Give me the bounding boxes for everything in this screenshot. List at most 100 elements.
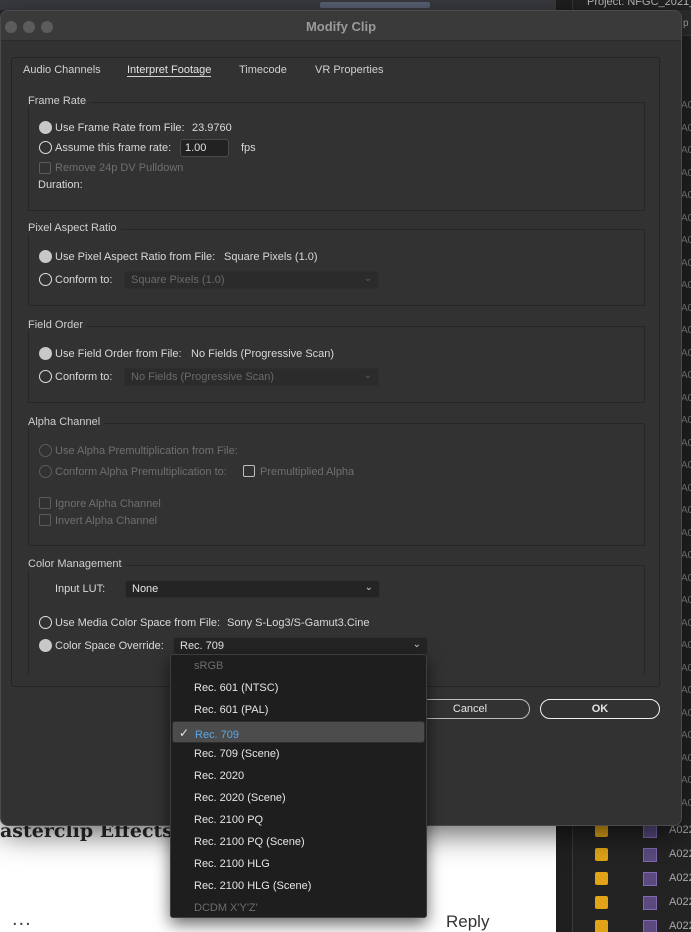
project-side-label: A02 xyxy=(681,482,691,494)
color-space-menu: sRGB Rec. 601 (NTSC) Rec. 601 (PAL) ✓ Rec… xyxy=(170,654,427,918)
project-side-label: A02 xyxy=(681,550,691,561)
project-row[interactable]: A022 xyxy=(585,892,691,916)
project-side-label: A02 xyxy=(681,257,691,269)
invert-alpha-checkbox[interactable] xyxy=(39,514,51,526)
menu-item-label: Rec. 2020 xyxy=(194,770,245,782)
assume-frame-rate-radio[interactable] xyxy=(39,141,52,154)
conform-pixel-aspect-radio[interactable] xyxy=(39,273,52,286)
use-alpha-premult-label: Use Alpha Premultiplication from File: xyxy=(55,445,238,457)
project-row[interactable]: A022 xyxy=(585,844,691,868)
project-row-name: A022 xyxy=(669,896,691,908)
ignore-alpha-label: Ignore Alpha Channel xyxy=(55,498,161,510)
tab-audio-channels[interactable]: Audio Channels xyxy=(23,64,101,76)
ok-button[interactable]: OK xyxy=(540,699,660,719)
menu-item-rec601-pal[interactable]: Rec. 601 (PAL) xyxy=(172,699,425,721)
project-row[interactable]: A022 xyxy=(585,916,691,932)
menu-item-label: Rec. 2100 PQ (Scene) xyxy=(194,836,305,848)
project-side-label: A02 xyxy=(681,730,691,741)
menu-item-rec709[interactable]: ✓ Rec. 709 xyxy=(172,721,425,743)
project-side-label: A02 xyxy=(681,572,691,584)
menu-item-label: Rec. 601 (PAL) xyxy=(194,704,269,716)
menu-item-rec2100-hlg[interactable]: Rec. 2100 HLG xyxy=(172,853,425,875)
conform-field-order-radio[interactable] xyxy=(39,370,52,383)
project-side-label: A02 xyxy=(681,460,691,471)
fps-label: fps xyxy=(241,142,256,154)
menu-item-rec709-scene[interactable]: Rec. 709 (Scene) xyxy=(172,743,425,765)
menu-item-rec2100-pq-scene[interactable]: Rec. 2100 PQ (Scene) xyxy=(172,831,425,853)
project-side-label: A02 xyxy=(681,775,691,786)
conform-pixel-aspect-value: Square Pixels (1.0) xyxy=(131,274,225,286)
cancel-button[interactable]: Cancel xyxy=(410,699,530,719)
label-color-swatch xyxy=(595,920,608,932)
project-side-label: A02 xyxy=(681,640,691,651)
premultiplied-alpha-label: Premultiplied Alpha xyxy=(260,466,355,478)
project-row-name: A022 xyxy=(669,920,691,932)
use-media-color-space-radio[interactable] xyxy=(39,616,52,629)
color-space-override-radio[interactable] xyxy=(39,639,52,652)
file-pixel-aspect-value: Square Pixels (1.0) xyxy=(224,251,318,263)
remove-pulldown-checkbox[interactable] xyxy=(39,162,51,174)
project-row-name: A022 xyxy=(669,872,691,884)
project-side-label: A02 xyxy=(681,392,691,404)
remove-pulldown-label: Remove 24p DV Pulldown xyxy=(55,162,184,174)
menu-item-label: Rec. 2100 HLG (Scene) xyxy=(194,880,312,892)
project-side-label: A02 xyxy=(681,617,691,629)
multicam-clip-icon xyxy=(643,896,657,910)
label-color-swatch xyxy=(595,848,608,861)
project-side-label: A02 xyxy=(681,595,691,606)
project-row[interactable]: A022 xyxy=(585,868,691,892)
conform-pixel-aspect-select[interactable]: Square Pixels (1.0) ⌄ xyxy=(124,271,379,289)
dialog-titlebar[interactable]: Modify Clip xyxy=(1,11,681,41)
conform-field-order-value: No Fields (Progressive Scan) xyxy=(131,371,275,383)
use-pixel-aspect-from-file-radio[interactable] xyxy=(39,250,52,263)
menu-item-rec2100-hlg-scene[interactable]: Rec. 2100 HLG (Scene) xyxy=(172,875,425,897)
tab-timecode[interactable]: Timecode xyxy=(239,64,287,76)
menu-item-rec2020[interactable]: Rec. 2020 xyxy=(172,765,425,787)
reply-link[interactable]: Reply xyxy=(446,912,489,932)
chevron-down-icon: ⌄ xyxy=(412,639,421,650)
assume-frame-rate-input[interactable]: 1.00 xyxy=(180,139,229,157)
menu-item-label: sRGB xyxy=(194,660,224,672)
project-side-label: A02 xyxy=(681,707,691,719)
premultiplied-alpha-checkbox[interactable] xyxy=(243,465,255,477)
menu-item-dcdm-xyz[interactable]: DCDM X'Y'Z' xyxy=(172,897,425,919)
menu-item-label: Rec. 2020 (Scene) xyxy=(194,792,286,804)
project-side-label: A02 xyxy=(681,505,691,516)
menu-item-srgb[interactable]: sRGB xyxy=(172,655,425,677)
menu-item-label: Rec. 2100 PQ xyxy=(194,814,264,826)
project-row-name: A022 xyxy=(669,848,691,860)
input-lut-label: Input LUT: xyxy=(55,583,106,595)
conform-alpha-premult-label: Conform Alpha Premultiplication to: xyxy=(55,466,227,478)
use-frame-rate-from-file-label: Use Frame Rate from File: xyxy=(55,122,185,134)
ignore-alpha-checkbox[interactable] xyxy=(39,497,51,509)
use-alpha-premult-radio[interactable] xyxy=(39,444,52,457)
color-space-override-select[interactable]: Rec. 709 ⌄ xyxy=(173,637,428,655)
pixel-aspect-title: Pixel Aspect Ratio xyxy=(28,222,121,234)
project-side-label: A02 xyxy=(681,235,691,246)
menu-item-label: DCDM X'Y'Z' xyxy=(194,902,258,914)
input-lut-select[interactable]: None ⌄ xyxy=(125,580,380,598)
conform-pixel-aspect-label: Conform to: xyxy=(55,274,113,286)
tab-interpret-footage[interactable]: Interpret Footage xyxy=(127,64,212,77)
conform-alpha-premult-radio[interactable] xyxy=(39,465,52,478)
menu-item-rec601-ntsc[interactable]: Rec. 601 (NTSC) xyxy=(172,677,425,699)
project-side-label: A02 xyxy=(681,100,691,111)
project-side-label: A02 xyxy=(681,685,691,696)
use-field-order-from-file-radio[interactable] xyxy=(39,347,52,360)
menu-item-rec2100-pq[interactable]: Rec. 2100 PQ xyxy=(172,809,425,831)
use-frame-rate-from-file-radio[interactable] xyxy=(39,121,52,134)
more-options-icon[interactable]: ... xyxy=(12,908,32,931)
alpha-channel-title: Alpha Channel xyxy=(28,416,105,428)
project-side-label: A02 xyxy=(681,437,691,449)
assume-frame-rate-label: Assume this frame rate: xyxy=(55,142,172,154)
field-order-section xyxy=(28,326,645,403)
tab-vr-properties[interactable]: VR Properties xyxy=(315,64,383,76)
menu-item-rec2020-scene[interactable]: Rec. 2020 (Scene) xyxy=(172,787,425,809)
conform-field-order-select[interactable]: No Fields (Progressive Scan) ⌄ xyxy=(124,368,379,386)
project-title: Project: NFGC_2021_ xyxy=(587,0,691,8)
project-tab-hint: p xyxy=(683,18,689,29)
project-side-label: A02 xyxy=(681,370,691,381)
menu-item-label: Rec. 2100 HLG xyxy=(194,858,270,870)
color-space-override-label: Color Space Override: xyxy=(55,640,164,652)
color-space-override-value: Rec. 709 xyxy=(180,640,225,652)
